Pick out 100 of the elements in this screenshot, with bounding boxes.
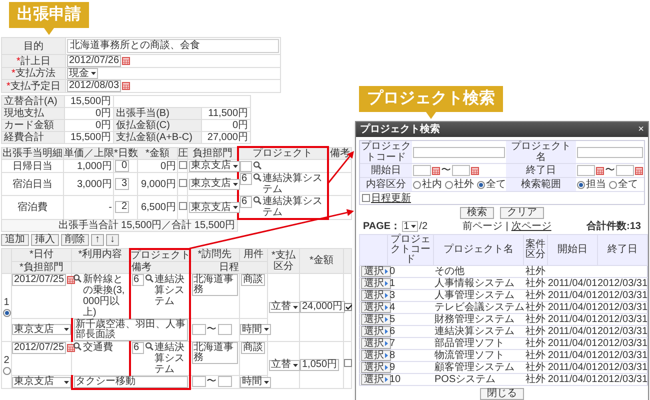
input-field[interactable]	[218, 376, 232, 388]
input-field[interactable]: 24,000円	[300, 301, 345, 313]
radio-label: 全て	[486, 179, 506, 190]
calendar-icon[interactable]	[432, 166, 440, 174]
prev-link[interactable]: 前ページ	[462, 221, 503, 232]
column-header: *金額	[138, 147, 178, 160]
close-button[interactable]: ×	[638, 124, 644, 134]
input-field[interactable]: 北海道事務	[192, 274, 238, 296]
table-cell: 10	[388, 374, 434, 386]
select-field[interactable]: 時間	[240, 376, 271, 388]
search-icon[interactable]	[73, 342, 82, 350]
checkbox[interactable]	[178, 202, 186, 210]
row-button[interactable]: 削除	[61, 234, 89, 246]
select-field[interactable]: 立替	[269, 360, 300, 370]
input-field[interactable]: 2012/08/03	[67, 80, 122, 92]
select-field[interactable]: 立替	[269, 302, 300, 313]
input-field[interactable]: 新千歳空港、羽田、人事部長面談	[74, 318, 188, 340]
table-cell: 1	[388, 278, 434, 290]
input-field[interactable]	[616, 165, 634, 176]
select-button[interactable]: 選択	[361, 290, 391, 301]
calendar-icon[interactable]	[635, 166, 643, 174]
select-button[interactable]: 選択	[361, 338, 391, 349]
action-button[interactable]: クリア	[500, 207, 544, 219]
select-button[interactable]: 選択	[361, 266, 391, 277]
input-field[interactable]: 1,050円	[300, 358, 340, 371]
input-field[interactable]: 2012/07/25	[12, 274, 66, 286]
input-field[interactable]	[192, 376, 206, 388]
calendar-icon[interactable]	[596, 166, 604, 174]
input-field[interactable]: 0	[115, 160, 129, 172]
calendar-icon[interactable]	[471, 166, 479, 174]
select-field[interactable]: 東京支店	[189, 202, 240, 213]
input-field[interactable]: 2	[115, 201, 129, 214]
radio-button[interactable]	[577, 180, 585, 188]
input-field[interactable]	[192, 324, 206, 335]
input-field[interactable]: 商談	[241, 274, 265, 286]
calendar-icon[interactable]	[67, 344, 76, 352]
search-icon[interactable]	[252, 160, 262, 170]
select-field[interactable]: 1	[402, 221, 418, 232]
calendar-icon[interactable]	[122, 57, 130, 65]
radio-button[interactable]	[445, 180, 453, 188]
table-cell: 社外	[524, 362, 548, 374]
calendar-icon[interactable]	[67, 276, 76, 284]
input-field[interactable]	[240, 160, 252, 172]
next-link[interactable]: 次ページ	[511, 221, 552, 232]
input-field[interactable]: タクシー移動	[74, 376, 188, 388]
checkbox[interactable]	[344, 302, 352, 310]
select-field[interactable]: 現金	[67, 68, 98, 79]
close-button[interactable]: 閉じる	[480, 388, 524, 400]
input-field[interactable]: 6	[132, 342, 144, 354]
search-icon[interactable]	[144, 342, 154, 350]
radio-button[interactable]	[413, 180, 421, 188]
select-button[interactable]: 選択	[361, 362, 391, 373]
text-area[interactable]: 北海道事務所との商談、会食	[67, 39, 279, 53]
radio-button[interactable]	[2, 366, 10, 375]
input-field[interactable]	[218, 324, 232, 335]
select-button[interactable]: 選択	[361, 314, 391, 325]
search-icon[interactable]	[144, 274, 154, 282]
row-button[interactable]: ↑	[91, 234, 104, 246]
checkbox[interactable]	[178, 178, 186, 186]
select-field[interactable]: 東京支店	[12, 324, 70, 336]
input-field[interactable]: 2012/07/26	[67, 55, 122, 67]
select-field[interactable]: 時間	[240, 324, 271, 336]
option-link[interactable]: 日程更新	[371, 192, 411, 204]
search-icon[interactable]	[252, 173, 262, 182]
input-field[interactable]: 6	[132, 274, 144, 286]
input-field[interactable]: 6	[240, 196, 252, 208]
select-field[interactable]: 東京支店	[189, 178, 240, 190]
table-cell: 2012/03/31	[598, 374, 648, 386]
input-field[interactable]	[413, 146, 505, 158]
input-field[interactable]: 3	[115, 178, 129, 190]
select-field[interactable]: 東京支店	[189, 160, 240, 172]
select-button[interactable]: 選択	[361, 350, 391, 361]
row-button[interactable]: ↓	[106, 234, 119, 246]
radio-button[interactable]	[2, 309, 10, 317]
radio-button[interactable]	[477, 180, 485, 188]
select-button[interactable]: 選択	[361, 374, 391, 385]
calendar-icon[interactable]	[122, 82, 130, 90]
input-field[interactable]: 2012/07/25	[12, 342, 66, 354]
select-button[interactable]: 選択	[361, 302, 391, 313]
table-cell: 部品管理ソフト	[434, 338, 524, 350]
checkbox[interactable]	[178, 160, 186, 168]
select-button[interactable]: 選択	[361, 278, 391, 289]
checkbox[interactable]	[362, 194, 370, 202]
radio-button[interactable]	[609, 180, 617, 188]
input-field[interactable]	[577, 146, 643, 158]
select-button[interactable]: 選択	[361, 326, 391, 337]
action-button[interactable]: 検索	[460, 207, 494, 219]
input-field[interactable]: 北海道事務	[192, 342, 238, 364]
input-field[interactable]	[413, 165, 431, 176]
input-field[interactable]: 商談	[241, 342, 265, 354]
search-icon[interactable]	[252, 196, 262, 205]
row-button[interactable]: 挿入	[31, 234, 59, 246]
input-field[interactable]: 6	[240, 173, 252, 185]
table-cell: 2011/04/01	[548, 314, 598, 326]
search-icon[interactable]	[73, 274, 82, 282]
checkbox[interactable]	[344, 359, 352, 368]
input-field[interactable]	[577, 165, 595, 176]
row-button[interactable]: 追加	[1, 234, 29, 246]
select-field[interactable]: 東京支店	[12, 376, 70, 388]
input-field[interactable]	[452, 165, 470, 176]
